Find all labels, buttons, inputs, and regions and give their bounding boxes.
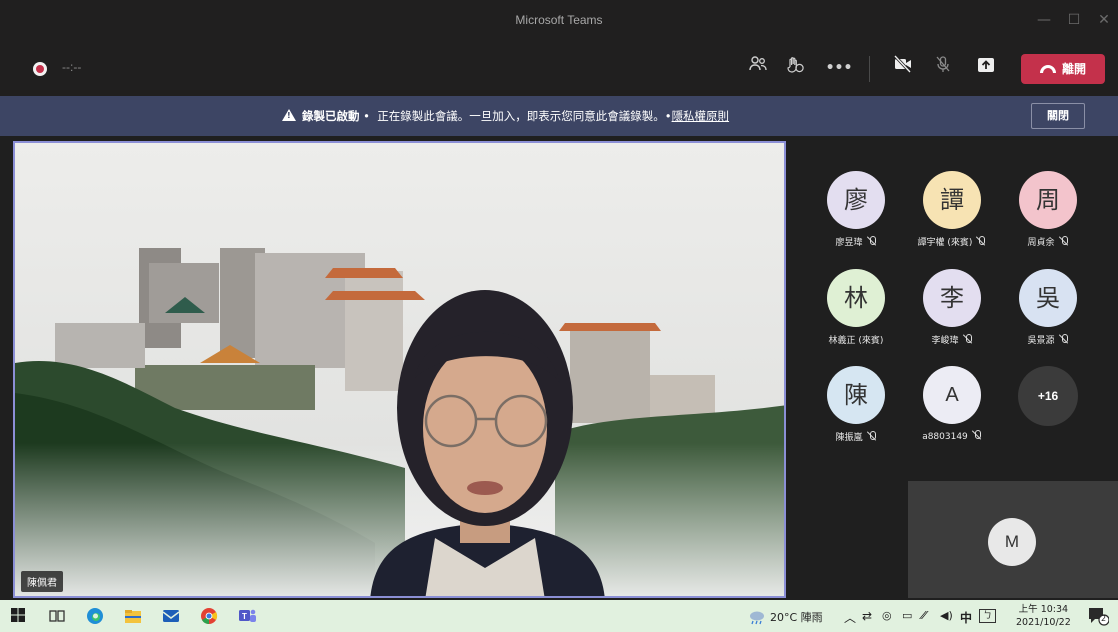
participant-name: 周貞余	[998, 235, 1098, 248]
windows-taskbar: T 20°C 陣雨 ︿ ⇄ ◎ ▭ ⁄⁄ ◀) 中 ㄅ 上午 10:34 202…	[0, 600, 1118, 632]
clock-time: 上午 10:34	[1018, 604, 1069, 615]
weather-icon[interactable]	[748, 607, 766, 625]
participant-avatar: 廖	[827, 171, 885, 229]
weather-text[interactable]: 20°C 陣雨	[770, 609, 823, 625]
chrome-icon[interactable]	[200, 607, 218, 625]
minimize-button[interactable]: —	[1034, 10, 1054, 30]
more-options-icon[interactable]: •••	[825, 54, 853, 82]
participant-name: 廖昱瑋	[806, 235, 906, 248]
self-video-tile[interactable]: M	[908, 481, 1118, 598]
mic-muted-icon	[1059, 236, 1069, 246]
main-video-stage: 陳佩君	[13, 141, 786, 598]
network-icon[interactable]: ⇄	[862, 609, 872, 623]
recording-banner: 錄製已啟動 • 正在錄製此會議。一旦加入，即表示您同意此會議錄製。•隱私權原則	[0, 96, 1118, 136]
recording-indicator-icon	[33, 62, 47, 76]
participant-tile[interactable]: 譚 譚宇權 (來賓)	[902, 171, 1002, 248]
close-window-button[interactable]: ✕	[1094, 10, 1114, 30]
system-clock[interactable]: 上午 10:34 2021/10/22	[1016, 603, 1071, 629]
participant-name: 吳景源	[998, 333, 1098, 346]
participant-avatar: 譚	[923, 171, 981, 229]
banner-message: 錄製已啟動 • 正在錄製此會議。一旦加入，即表示您同意此會議錄製。•隱私權原則	[282, 108, 729, 124]
warning-icon	[282, 109, 296, 121]
wifi-icon[interactable]: ⁄⁄	[922, 609, 926, 622]
banner-separator: •	[363, 109, 370, 123]
participant-avatar: 吳	[1019, 269, 1077, 327]
more-participants-tile[interactable]: +16	[998, 366, 1098, 426]
clock-date: 2021/10/22	[1016, 617, 1071, 628]
banner-title: 錄製已啟動	[302, 109, 360, 123]
privacy-policy-link[interactable]: 隱私權原則	[672, 109, 730, 123]
mic-muted-icon	[867, 431, 877, 441]
mail-icon[interactable]	[162, 607, 180, 625]
banner-body: 正在錄製此會議。一旦加入，即表示您同意此會議錄製。	[377, 109, 665, 123]
participant-tile[interactable]: 周 周貞余	[998, 171, 1098, 248]
participant-avatar: 陳	[827, 366, 885, 424]
banner-separator-2: •	[664, 109, 672, 123]
hang-up-icon	[1039, 64, 1056, 73]
title-bar: Microsoft Teams — ☐ ✕	[0, 0, 1118, 40]
teams-app-icon[interactable]: T	[238, 607, 256, 625]
svg-text:T: T	[242, 612, 247, 621]
participant-name: 李峻瑋	[902, 333, 1002, 346]
participant-avatar: A	[923, 366, 981, 424]
meet-now-icon[interactable]: ◎	[882, 609, 892, 622]
volume-icon[interactable]: ◀)	[940, 609, 953, 622]
mic-muted-icon	[867, 236, 877, 246]
speaker-name-tag: 陳佩君	[21, 571, 63, 592]
input-mode-icon[interactable]: ㄅ	[979, 609, 997, 623]
show-hidden-icons-icon[interactable]: ︿	[844, 609, 856, 626]
participant-name: 陳振嵐	[806, 430, 906, 443]
mic-muted-icon	[1059, 334, 1069, 344]
reactions-icon[interactable]	[781, 54, 809, 82]
self-avatar: M	[988, 518, 1036, 566]
participant-name: 譚宇權 (來賓)	[902, 235, 1002, 248]
mic-off-icon[interactable]	[929, 54, 957, 82]
participant-avatar: 林	[827, 269, 885, 327]
speaker-video	[15, 143, 784, 596]
participant-tile[interactable]: 陳 陳振嵐	[806, 366, 906, 443]
participant-avatar: 李	[923, 269, 981, 327]
maximize-button[interactable]: ☐	[1064, 10, 1084, 30]
participant-tile[interactable]: 林 林義正 (來賓)	[806, 269, 906, 346]
participant-tile[interactable]: 李 李峻瑋	[902, 269, 1002, 346]
notifications-icon[interactable]: 2	[1087, 606, 1110, 626]
mic-muted-icon	[963, 334, 973, 344]
edge-browser-icon[interactable]	[86, 607, 104, 625]
share-screen-icon[interactable]	[972, 54, 1000, 82]
close-banner-button[interactable]: 關閉	[1031, 103, 1085, 129]
meeting-toolbar: --:-- ••• 離開	[0, 40, 1118, 96]
participant-avatar: 周	[1019, 171, 1077, 229]
file-explorer-icon[interactable]	[124, 607, 142, 625]
leave-button[interactable]: 離開	[1021, 54, 1105, 84]
task-view-icon[interactable]	[48, 607, 66, 625]
participants-icon[interactable]	[744, 54, 772, 82]
participant-tile[interactable]: A a8803149	[902, 366, 1002, 442]
mic-muted-icon	[972, 430, 982, 440]
toolbar-divider	[869, 56, 870, 82]
battery-icon[interactable]: ▭	[902, 609, 912, 622]
windows-start-icon[interactable]	[10, 607, 28, 625]
participant-tile[interactable]: 吳 吳景源	[998, 269, 1098, 346]
participants-gallery: 廖 廖昱瑋 譚 譚宇權 (來賓) 周 周貞余 林 林義正 (來賓) 李 李峻瑋 …	[800, 141, 1118, 598]
mic-muted-icon	[976, 236, 986, 246]
camera-off-icon[interactable]	[889, 54, 917, 82]
meeting-timer: --:--	[62, 60, 82, 74]
more-participants-count: +16	[1018, 366, 1078, 426]
notifications-count: 2	[1101, 614, 1107, 623]
window-title: Microsoft Teams	[515, 13, 603, 27]
participant-tile[interactable]: 廖 廖昱瑋	[806, 171, 906, 248]
participant-name: a8803149	[902, 430, 1002, 442]
participant-name: 林義正 (來賓)	[828, 336, 884, 346]
leave-label: 離開	[1061, 62, 1086, 76]
ime-indicator[interactable]: 中	[960, 609, 972, 626]
